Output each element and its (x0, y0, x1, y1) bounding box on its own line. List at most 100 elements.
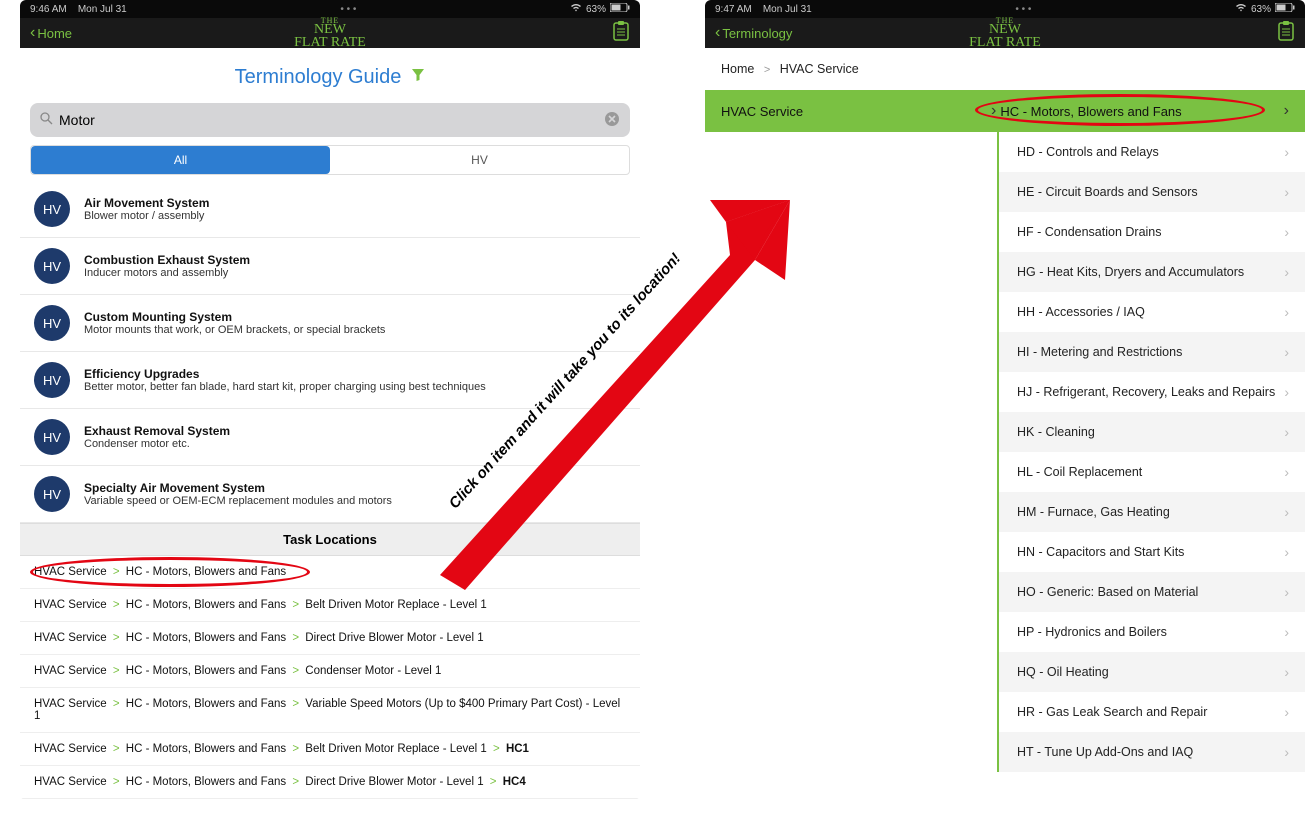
result-item[interactable]: HVCustom Mounting SystemMotor mounts tha… (20, 295, 640, 352)
subcategory-item[interactable]: HJ - Refrigerant, Recovery, Leaks and Re… (999, 372, 1305, 412)
subcategory-label: HT - Tune Up Add-Ons and IAQ (1017, 745, 1193, 759)
segment-control: All HV (30, 145, 630, 175)
status-dots: • • • (1015, 4, 1031, 15)
category-badge: HV (34, 248, 70, 284)
back-button[interactable]: ‹ Home (30, 24, 72, 42)
result-text: Specialty Air Movement SystemVariable sp… (84, 481, 392, 507)
subcategory-item[interactable]: HF - Condensation Drains› (999, 212, 1305, 252)
battery-icon (1275, 3, 1295, 15)
back-button[interactable]: ‹ Terminology (715, 24, 792, 42)
subcategory-item[interactable]: HO - Generic: Based on Material› (999, 572, 1305, 612)
subcategory-item[interactable]: HP - Hydronics and Boilers › (999, 612, 1305, 652)
category-badge: HV (34, 191, 70, 227)
category-left-label: HVAC Service (721, 104, 991, 119)
chevron-right-icon: > (292, 599, 299, 611)
subcategory-item[interactable]: HQ - Oil Heating› (999, 652, 1305, 692)
subcategory-item[interactable]: HR - Gas Leak Search and Repair› (999, 692, 1305, 732)
chevron-right-icon: › (1284, 224, 1289, 240)
status-time: 9:47 AM (715, 4, 752, 15)
status-time: 9:46 AM (30, 4, 67, 15)
battery-icon (610, 3, 630, 15)
subcategory-label: HG - Heat Kits, Dryers and Accumulators (1017, 265, 1244, 279)
subcategory-item[interactable]: HL - Coil Replacement › (999, 452, 1305, 492)
subcategory-item[interactable]: HD - Controls and Relays› (999, 132, 1305, 172)
chevron-right-icon: > (113, 599, 120, 611)
search-input[interactable] (59, 112, 604, 128)
task-location-item[interactable]: HVAC Service > HC - Motors, Blowers and … (20, 556, 640, 589)
task-location-item[interactable]: HVAC Service > HC - Motors, Blowers and … (20, 622, 640, 655)
breadcrumb-hvac[interactable]: HVAC Service (780, 62, 859, 76)
task-location-item[interactable]: HVAC Service > HC - Motors, Blowers and … (20, 589, 640, 622)
chevron-right-icon: > (292, 665, 299, 677)
subcategory-label: HP - Hydronics and Boilers (1017, 625, 1167, 639)
result-subtitle: Variable speed or OEM-ECM replacement mo… (84, 495, 392, 507)
chevron-right-icon: > (292, 632, 299, 644)
task-locations-list: HVAC Service > HC - Motors, Blowers and … (20, 556, 640, 799)
result-title: Efficiency Upgrades (84, 367, 486, 381)
subcategory-label: HL - Coil Replacement (1017, 465, 1142, 479)
tab-hv[interactable]: HV (330, 146, 629, 174)
subcategory-item[interactable]: HG - Heat Kits, Dryers and Accumulators› (999, 252, 1305, 292)
result-item[interactable]: HV Specialty Air Movement SystemVariable … (20, 466, 640, 523)
search-icon (40, 112, 53, 128)
status-date: Mon Jul 31 (78, 4, 127, 15)
clipboard-icon[interactable] (612, 21, 630, 46)
chevron-right-icon: › (1284, 624, 1289, 640)
subcategory-item[interactable]: HM - Furnace, Gas Heating› (999, 492, 1305, 532)
back-label: Home (37, 26, 72, 41)
chevron-right-icon: › (1284, 424, 1289, 440)
breadcrumb-home[interactable]: Home (721, 62, 754, 76)
category-badge: HV (34, 476, 70, 512)
chevron-right-icon: > (490, 776, 497, 788)
result-text: Air Movement SystemBlower motor / assemb… (84, 196, 209, 222)
chevron-right-icon: › (1284, 464, 1289, 480)
subcategory-item[interactable]: HE - Circuit Boards and Sensors› (999, 172, 1305, 212)
task-location-item[interactable]: HVAC Service > HC - Motors, Blowers and … (20, 766, 640, 799)
breadcrumb: Home > HVAC Service (705, 48, 1305, 90)
chevron-right-icon: > (113, 698, 120, 710)
clipboard-icon[interactable] (1277, 21, 1295, 46)
chevron-right-icon: › (1284, 384, 1289, 400)
subcategory-item[interactable]: HK - Cleaning› (999, 412, 1305, 452)
clear-search-icon[interactable] (604, 111, 620, 130)
subcategory-label: HJ - Refrigerant, Recovery, Leaks and Re… (1017, 385, 1275, 399)
chevron-right-icon: > (493, 743, 500, 755)
battery-pct: 63% (586, 4, 606, 15)
chevron-right-icon: › (991, 102, 996, 120)
search-field[interactable] (30, 103, 630, 137)
result-title: Exhaust Removal System (84, 424, 230, 438)
subcategory-item[interactable]: HH - Accessories / IAQ› (999, 292, 1305, 332)
app-logo: THE NEW FLAT RATE (294, 17, 366, 49)
subcategory-item[interactable]: HN - Capacitors and Start Kits› (999, 532, 1305, 572)
chevron-right-icon: > (113, 566, 120, 578)
tab-all[interactable]: All (31, 146, 330, 174)
subcategory-label: HO - Generic: Based on Material (1017, 585, 1198, 599)
result-item[interactable]: HV Air Movement SystemBlower motor / asse… (20, 181, 640, 238)
subcategory-label: HR - Gas Leak Search and Repair (1017, 705, 1207, 719)
result-item[interactable]: HVEfficiency UpgradesBetter motor, bette… (20, 352, 640, 409)
subcategory-label: HE - Circuit Boards and Sensors (1017, 185, 1198, 199)
chevron-right-icon: > (292, 776, 299, 788)
back-label: Terminology (722, 26, 792, 41)
subcategory-label: HD - Controls and Relays (1017, 145, 1159, 159)
page-title-row: Terminology Guide (20, 48, 640, 103)
page-title: Terminology Guide (235, 66, 402, 89)
right-screenshot: 9:47 AM Mon Jul 31 • • • 63% ‹ Terminolo… (705, 0, 1305, 800)
subcategory-item[interactable]: HI - Metering and Restrictions› (999, 332, 1305, 372)
subcategory-label: HH - Accessories / IAQ (1017, 305, 1145, 319)
filter-icon[interactable] (411, 68, 425, 87)
subcategory-item[interactable]: HT - Tune Up Add-Ons and IAQ› (999, 732, 1305, 772)
result-item[interactable]: HVExhaust Removal SystemCondenser motor … (20, 409, 640, 466)
result-subtitle: Motor mounts that work, or OEM brackets,… (84, 324, 385, 336)
chevron-right-icon: > (113, 776, 120, 788)
status-date: Mon Jul 31 (763, 4, 812, 15)
subcategory-label: HN - Capacitors and Start Kits (1017, 545, 1184, 559)
task-location-item[interactable]: HVAC Service > HC - Motors, Blowers and … (20, 655, 640, 688)
task-location-item[interactable]: HVAC Service > HC - Motors, Blowers and … (20, 733, 640, 766)
result-title: Custom Mounting System (84, 310, 385, 324)
task-location-item[interactable]: HVAC Service > HC - Motors, Blowers and … (20, 688, 640, 733)
category-badge: HV (34, 419, 70, 455)
result-subtitle: Inducer motors and assembly (84, 267, 250, 279)
category-header-row[interactable]: HVAC Service › HC - Motors, Blowers and … (705, 90, 1305, 132)
result-item[interactable]: HVCombustion Exhaust SystemInducer motor… (20, 238, 640, 295)
